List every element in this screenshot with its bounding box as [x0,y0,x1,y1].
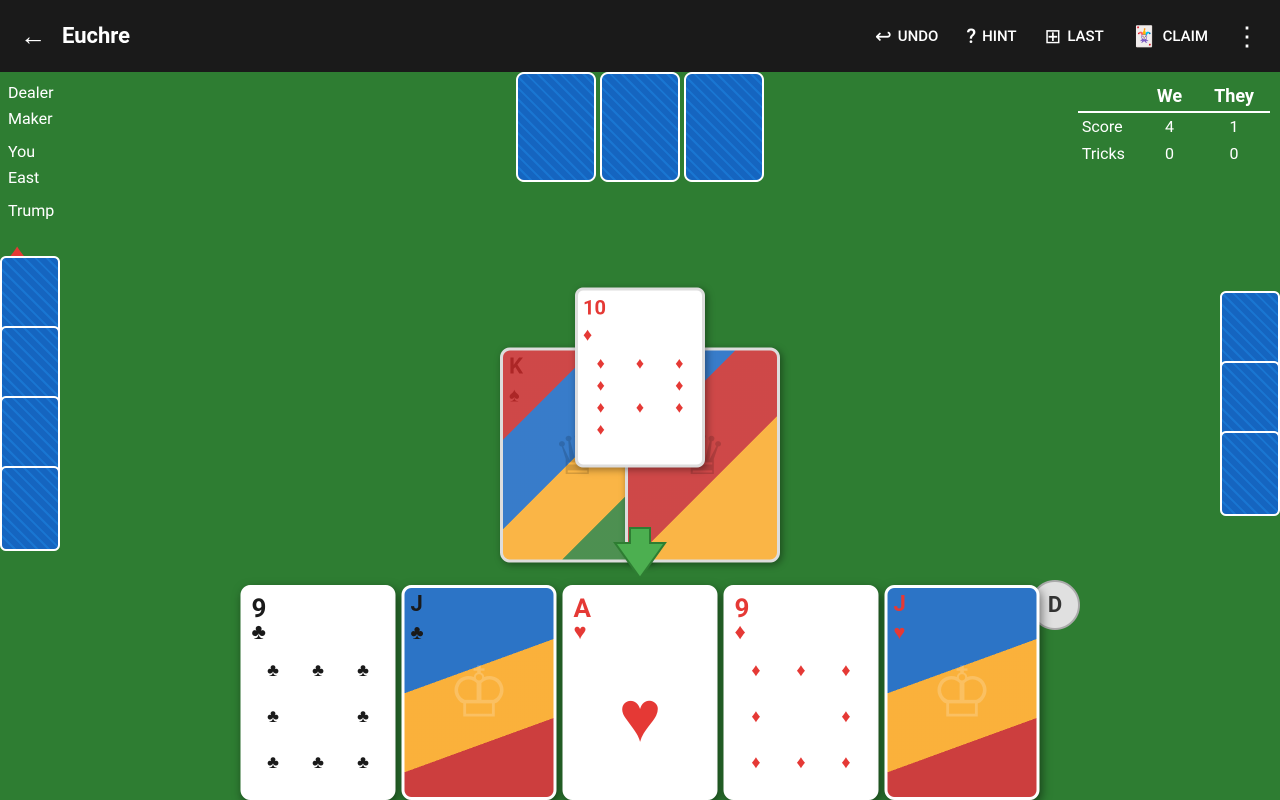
last-icon: ⊞ [1045,24,1062,48]
undo-icon: ↩ [875,24,892,48]
top-bar: ← Euchre ↩ UNDO ? HINT ⊞ LAST 🃏 CLAIM ⋮ [0,0,1280,72]
hint-label: HINT [982,27,1016,45]
hand-card-4-rank: 9 [735,596,868,622]
claim-button[interactable]: 🃏 CLAIM [1122,18,1218,54]
hand-card-1[interactable]: 9 ♣ ♣♣♣ ♣♣ ♣♣♣ [241,585,396,800]
claim-icon: 🃏 [1132,24,1157,48]
score-label: Score [1078,112,1141,140]
we-score: 4 [1141,112,1198,140]
north-card-suit: ♦ [578,325,702,346]
north-card-rank: 10 [578,291,702,325]
east-card-3 [1220,431,1280,516]
east-hand [1220,291,1280,501]
you-east-label: YouEast [8,139,54,190]
hand-card-4[interactable]: 9 ♦ ♦♦♦ ♦♦ ♦♦♦ [724,585,879,800]
hand-card-1-suit: ♣ [252,622,385,644]
app-title: Euchre [62,24,857,49]
hand-card-2[interactable]: J ♣ ♔ [402,585,557,800]
hand-card-3-suit: ♥ [574,622,707,644]
trump-label: Trump [8,198,54,224]
north-played-card: 10 ♦ ♦ ♦ ♦ ♦ ♦ ♦ ♦ ♦ ♦ [575,288,705,468]
maker-label: Maker [8,106,54,132]
undo-label: UNDO [898,27,939,45]
dealer-label: Dealer [8,80,54,106]
west-card-4 [0,466,60,551]
north-card-3 [684,72,764,182]
undo-button[interactable]: ↩ UNDO [865,18,948,54]
center-play-area: 10 ♦ ♦ ♦ ♦ ♦ ♦ ♦ ♦ ♦ ♦ K ♠ ♛ [480,288,800,558]
score-panel: We They Score 4 1 Tricks 0 0 [1078,82,1270,167]
hand-card-5[interactable]: J ♥ ♔ [885,585,1040,800]
they-score: 1 [1198,112,1270,140]
hand-card-1-rank: 9 [252,596,385,622]
we-header: We [1141,82,1198,112]
they-tricks: 0 [1198,140,1270,167]
tricks-label: Tricks [1078,140,1141,167]
north-hand [516,72,764,182]
we-tricks: 0 [1141,140,1198,167]
west-hand [0,256,60,536]
dealer-badge-label: D [1048,593,1062,618]
player-hand: 9 ♣ ♣♣♣ ♣♣ ♣♣♣ J ♣ ♔ A ♥ ♥ [241,585,1040,800]
back-button[interactable]: ← [12,13,54,60]
last-label: LAST [1067,27,1103,45]
hand-card-4-suit: ♦ [735,622,868,644]
hand-card-3-rank: A [574,596,707,622]
game-area: Dealer Maker YouEast Trump ♦ We They Sco… [0,72,1280,800]
north-card-1 [516,72,596,182]
claim-label: CLAIM [1163,27,1208,45]
last-button[interactable]: ⊞ LAST [1035,18,1114,54]
hint-button[interactable]: ? HINT [956,18,1026,54]
trick-arrow [610,523,670,587]
info-panel: Dealer Maker YouEast Trump ♦ [8,80,54,286]
hand-card-3[interactable]: A ♥ ♥ [563,585,718,800]
they-header: They [1198,82,1270,112]
north-card-2 [600,72,680,182]
more-button[interactable]: ⋮ [1226,13,1268,60]
hint-icon: ? [966,24,976,48]
